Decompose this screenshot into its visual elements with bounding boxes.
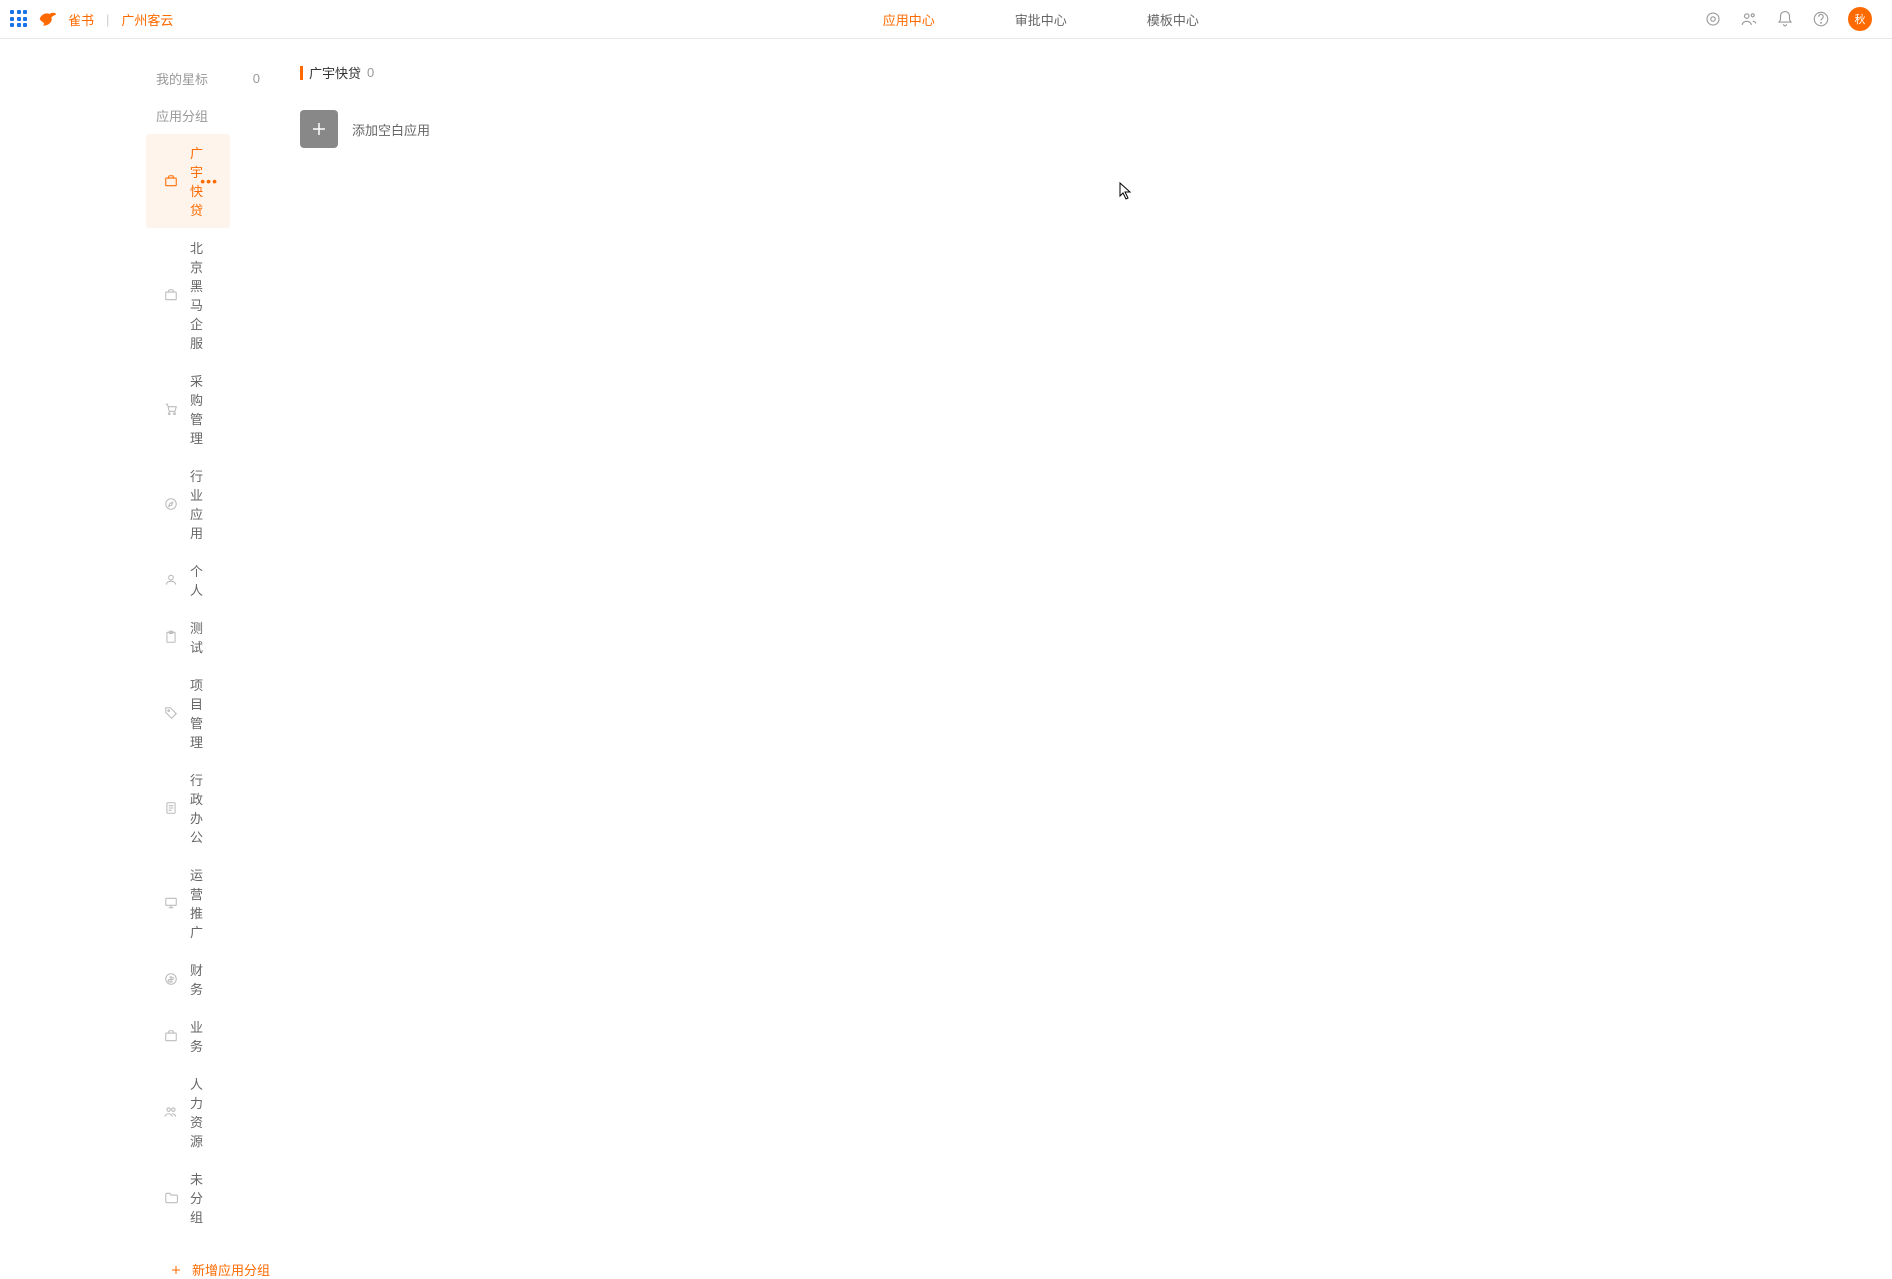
add-blank-app-label: 添加空白应用 [352,120,430,139]
star-label: 我的星标 [156,69,208,88]
document-icon [164,801,178,815]
coin-icon [164,972,178,986]
org-name[interactable]: 广州客云 [121,10,173,29]
clipboard-icon [164,630,178,644]
nav-template-center[interactable]: 模板中心 [1147,0,1199,39]
contacts-icon[interactable] [1740,10,1758,28]
monitor-icon [164,896,178,910]
compass-icon [164,497,178,511]
sidebar-group-label: 运营推广 [190,865,212,941]
header-right: 秋 [1704,7,1872,31]
sidebar-group-item-3[interactable]: 行业应用 [146,457,230,551]
sidebar-group-item-8[interactable]: 运营推广 [146,856,230,950]
content-area: 广宇快贷 0 添加空白应用 [300,39,1892,920]
sidebar-group-item-12[interactable]: 未分组 [146,1160,230,1235]
nav-approval-center[interactable]: 审批中心 [1015,0,1067,39]
plus-icon [170,1264,182,1276]
sidebar-group-item-9[interactable]: 财务 [146,951,230,1007]
sidebar-group-label: 行政办公 [190,770,212,846]
main-layout: 我的星标 0 应用分组 广宇快贷•••北京黑马企服采购管理行业应用个人测试项目管… [0,39,1892,920]
sidebar-group-item-6[interactable]: 项目管理 [146,666,230,760]
header-nav: 应用中心 审批中心 模板中心 [883,0,1199,39]
user-icon [164,573,178,587]
apps-grid-icon[interactable] [10,10,28,28]
briefcase-icon [164,288,178,302]
sidebar-group-label: 行业应用 [190,466,212,542]
folder-icon [164,1191,178,1205]
sidebar-group-label: 人力资源 [190,1074,212,1150]
avatar[interactable]: 秋 [1848,7,1872,31]
sidebar-group-item-2[interactable]: 采购管理 [146,362,230,456]
sidebar: 我的星标 0 应用分组 广宇快贷••• 北京黑马企服采购管理行业应用个人测试项目管… [0,39,300,920]
bird-logo-icon [38,9,58,29]
plus-box-icon [300,110,338,148]
sidebar-group-label: 采购管理 [190,371,212,447]
nav-app-center[interactable]: 应用中心 [883,0,935,39]
sidebar-group-label: 财务 [190,960,212,998]
add-group-label: 新增应用分组 [192,1260,270,1279]
accent-bar [300,66,303,80]
sidebar-group-label: 未分组 [190,1169,212,1226]
top-header: 雀书 | 广州客云 应用中心 审批中心 模板中心 秋 [0,0,1892,39]
briefcase-icon [164,174,178,188]
help-icon[interactable] [1812,10,1830,28]
brand-name[interactable]: 雀书 [68,10,94,29]
sidebar-group-item-7[interactable]: 行政办公 [146,761,230,855]
add-group-button[interactable]: 新增应用分组 [170,1250,300,1279]
sidebar-group-label: 个人 [190,561,212,599]
brand-divider: | [106,12,109,27]
content-header: 广宇快贷 0 [300,63,1852,82]
sidebar-group-label: 项目管理 [190,675,212,751]
add-blank-app-card[interactable]: 添加空白应用 [300,110,500,148]
sidebar-group-item-10[interactable]: 业务 [146,1008,230,1064]
sidebar-group-item-0[interactable]: 广宇快贷••• [146,134,230,228]
tag-icon [164,706,178,720]
content-count: 0 [367,65,374,80]
header-left: 雀书 | 广州客云 [10,9,173,29]
sidebar-my-stars[interactable]: 我的星标 0 [156,61,260,96]
sidebar-group-label: 测试 [190,618,212,656]
sidebar-group-item-5[interactable]: 测试 [146,609,230,665]
people-icon [164,1105,178,1119]
content-title: 广宇快贷 [309,63,361,82]
sidebar-group-label: 北京黑马企服 [190,238,212,352]
star-count: 0 [253,71,260,86]
more-dots-icon[interactable]: ••• [200,173,218,189]
cart-icon [164,402,178,416]
sidebar-group-item-4[interactable]: 个人 [146,552,230,608]
briefcase-icon [164,1029,178,1043]
sidebar-group-header: 应用分组 [156,96,300,133]
scan-icon[interactable] [1704,10,1722,28]
sidebar-group-label: 业务 [190,1017,212,1055]
bell-icon[interactable] [1776,10,1794,28]
sidebar-group-item-1[interactable]: 北京黑马企服 [146,229,230,361]
sidebar-group-item-11[interactable]: 人力资源 [146,1065,230,1159]
